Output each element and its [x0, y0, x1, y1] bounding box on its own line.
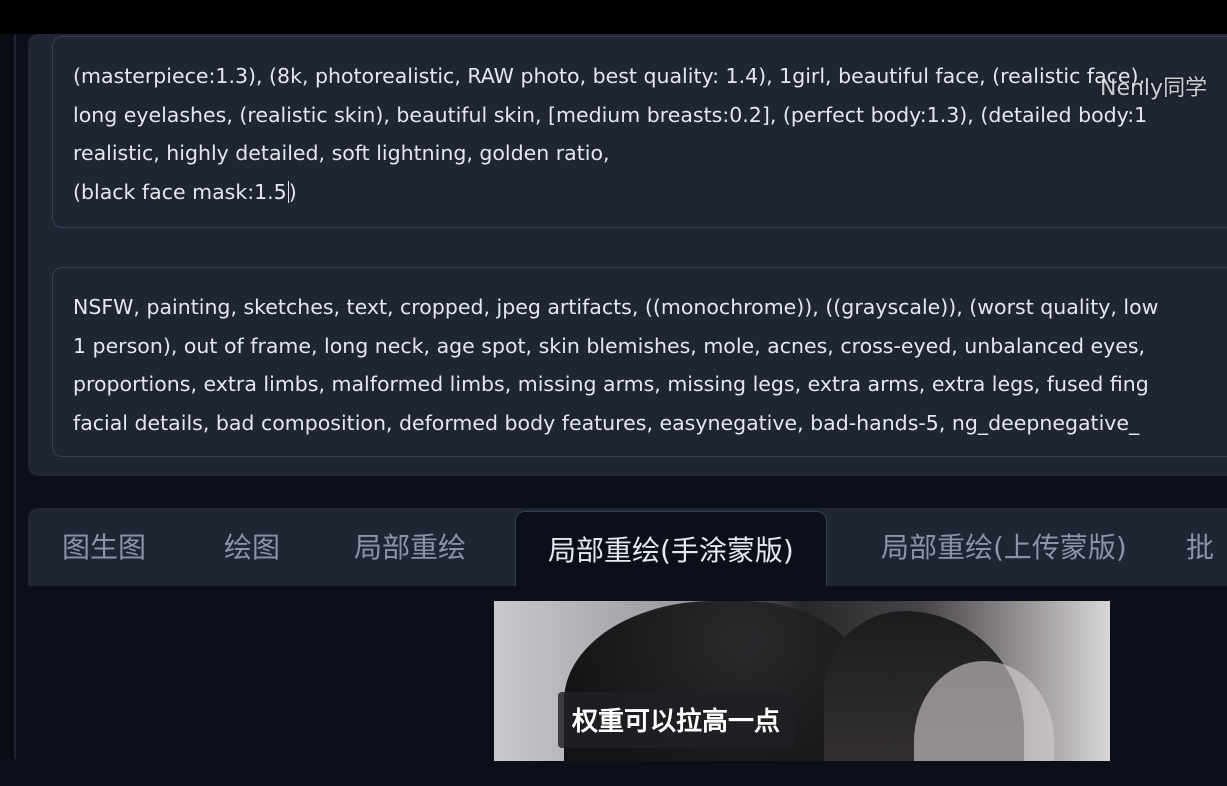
negative-prompt-line: facial details, bad composition, deforme… [73, 410, 1140, 435]
tab-bar: 图生图 绘图 局部重绘 局部重绘(手涂蒙版) 局部重绘(上传蒙版) 批 [28, 508, 1227, 587]
tab-inpaint-sketch[interactable]: 局部重绘(手涂蒙版) [515, 511, 827, 587]
positive-prompt-line: (black face mask:1.5) [73, 173, 1227, 212]
positive-prompt-line: (masterpiece:1.3), (8k, photorealistic, … [73, 64, 1146, 88]
negative-prompt-textarea[interactable]: NSFW, painting, sketches, text, cropped,… [52, 267, 1227, 457]
negative-prompt-line: 1 person), out of frame, long neck, age … [73, 333, 1146, 358]
video-subtitle: 权重可以拉高一点 [558, 692, 795, 748]
positive-prompt-line-text: (black face mask:1.5 [73, 179, 287, 204]
positive-prompt-line: long eyelashes, (realistic skin), beauti… [73, 102, 1148, 127]
positive-prompt-line: realistic, highly detailed, soft lightni… [73, 141, 610, 165]
left-scroll-edge [0, 34, 16, 759]
negative-prompt-line: NSFW, painting, sketches, text, cropped,… [73, 295, 1159, 319]
tab-inpaint[interactable]: 局部重绘 [354, 526, 466, 566]
positive-prompt-line-closing: ) [288, 179, 297, 204]
tab-batch[interactable]: 批 [1186, 526, 1214, 566]
tab-img2img[interactable]: 图生图 [62, 526, 146, 566]
tab-inpaint-upload[interactable]: 局部重绘(上传蒙版) [881, 526, 1127, 566]
positive-prompt-textarea[interactable]: (masterpiece:1.3), (8k, photorealistic, … [52, 36, 1227, 228]
top-black-bar [0, 0, 1227, 34]
tab-sketch[interactable]: 绘图 [224, 526, 280, 566]
watermark: Nenly同学 [1100, 76, 1208, 101]
negative-prompt-line: proportions, extra limbs, malformed limb… [73, 372, 1149, 396]
